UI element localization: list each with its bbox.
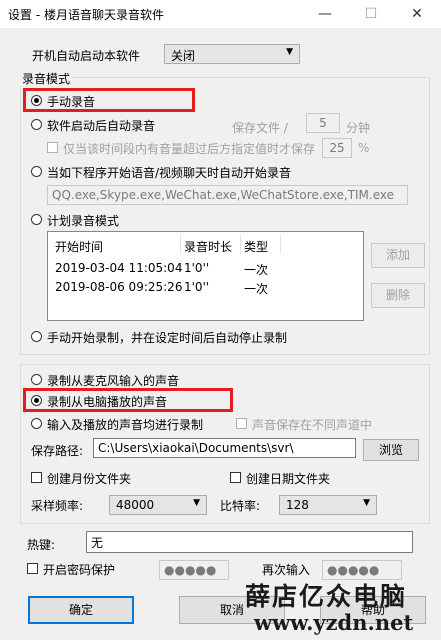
- programs-input[interactable]: QQ.exe,Skype.exe,WeChat.exe,WeChatStore.…: [47, 185, 408, 205]
- browse-button[interactable]: 浏览: [363, 439, 419, 461]
- save-file-minutes-input[interactable]: 5: [306, 113, 340, 133]
- bitrate-value: 128: [286, 498, 309, 512]
- separate-channel-label: 声音保存在不同声道中: [252, 418, 373, 432]
- radio-manual[interactable]: [31, 95, 42, 106]
- month-folder-label: 创建月份文件夹: [47, 472, 132, 486]
- date-folder-label: 创建日期文件夹: [246, 472, 331, 486]
- password-checkbox[interactable]: [27, 563, 38, 574]
- maximize-icon: ☐: [364, 6, 378, 22]
- chevron-down-icon: ▼: [286, 47, 293, 57]
- close-icon[interactable]: ✕: [394, 0, 440, 28]
- only-save-checkbox[interactable]: [47, 142, 58, 153]
- watermark-url: www.yzdn.net: [254, 610, 414, 635]
- radio-manual-start-auto-stop[interactable]: [31, 331, 42, 342]
- save-path-label: 保存路径:: [31, 444, 84, 458]
- sample-rate-label: 采样频率:: [31, 499, 84, 513]
- table-cell[interactable]: 2019-08-06 09:25:26: [55, 280, 182, 294]
- month-folder-checkbox[interactable]: [31, 472, 42, 483]
- table-column-divider: [240, 234, 241, 254]
- autostart-value: 关闭: [171, 49, 196, 63]
- radio-auto-after-start[interactable]: [31, 119, 42, 130]
- only-save-label: 仅当该时间段内有音量超过后方指定值时才保存: [63, 142, 316, 156]
- bitrate-label: 比特率:: [220, 499, 261, 513]
- password-label: 开启密码保护: [43, 563, 116, 577]
- table-header-duration: 录音时长: [184, 240, 233, 254]
- hotkey-input[interactable]: 无: [86, 531, 413, 553]
- sample-rate-select[interactable]: 48000 ▼: [109, 495, 207, 515]
- radio-computer-label: 录制从电脑播放的声音: [47, 395, 168, 409]
- chevron-down-icon: ▼: [193, 498, 200, 508]
- radio-programs[interactable]: [31, 166, 42, 177]
- bitrate-select[interactable]: 128 ▼: [279, 495, 377, 515]
- radio-both[interactable]: [31, 418, 42, 429]
- radio-scheduled[interactable]: [31, 214, 42, 225]
- radio-both-label: 输入及播放的声音均进行录制: [47, 418, 204, 432]
- add-button[interactable]: 添加: [371, 243, 425, 268]
- only-save-threshold-input[interactable]: 25: [322, 138, 352, 158]
- ok-button[interactable]: 确定: [28, 596, 134, 624]
- table-cell[interactable]: 1'0'': [184, 280, 209, 294]
- sample-rate-value: 48000: [116, 498, 155, 512]
- table-cell[interactable]: 2019-03-04 11:05:04: [55, 261, 182, 275]
- chevron-down-icon: ▼: [363, 498, 370, 508]
- table-cell[interactable]: 一次: [244, 280, 268, 297]
- delete-button[interactable]: 删除: [371, 283, 425, 308]
- autostart-select[interactable]: 关闭 ▼: [164, 44, 300, 64]
- radio-programs-label: 当如下程序开始语音/视频聊天时自动开始录音: [47, 166, 292, 180]
- window-title: 设置 - 楼月语音聊天录音软件: [8, 8, 164, 22]
- watermark-brand: 薛店亿众电脑: [245, 582, 408, 611]
- table-cell[interactable]: 1'0'': [184, 261, 209, 275]
- password-input[interactable]: ●●●●●: [159, 560, 229, 580]
- table-header-type: 类型: [244, 240, 269, 254]
- autostart-label: 开机自动启动本软件: [32, 49, 141, 63]
- save-file-unit: 分钟: [346, 121, 371, 135]
- radio-mic-label: 录制从麦克风输入的声音: [47, 374, 180, 388]
- save-path-input[interactable]: C:\Users\xiaokai\Documents\svr\: [93, 438, 356, 458]
- minimize-icon[interactable]: —: [302, 0, 348, 28]
- radio-mic[interactable]: [31, 374, 42, 385]
- save-file-label: 保存文件 /: [232, 121, 288, 135]
- hotkey-label: 热键:: [27, 538, 56, 552]
- radio-manual-label: 手动录音: [47, 95, 96, 109]
- radio-computer[interactable]: [31, 395, 42, 406]
- radio-auto-after-start-label: 软件启动后自动录音: [47, 119, 156, 133]
- only-save-unit: %: [358, 141, 370, 155]
- record-mode-group-label: 录音模式: [20, 70, 73, 87]
- table-header-start-time: 开始时间: [55, 240, 104, 254]
- table-column-divider: [280, 234, 281, 254]
- separate-channel-checkbox[interactable]: [236, 418, 247, 429]
- table-cell[interactable]: 一次: [244, 261, 268, 278]
- date-folder-checkbox[interactable]: [230, 472, 241, 483]
- radio-scheduled-label: 计划录音模式: [47, 214, 120, 228]
- table-column-divider: [180, 234, 181, 254]
- password-repeat-label: 再次输入: [262, 563, 311, 577]
- radio-manual-start-auto-stop-label: 手动开始录制，并在设定时间后自动停止录制: [47, 331, 288, 345]
